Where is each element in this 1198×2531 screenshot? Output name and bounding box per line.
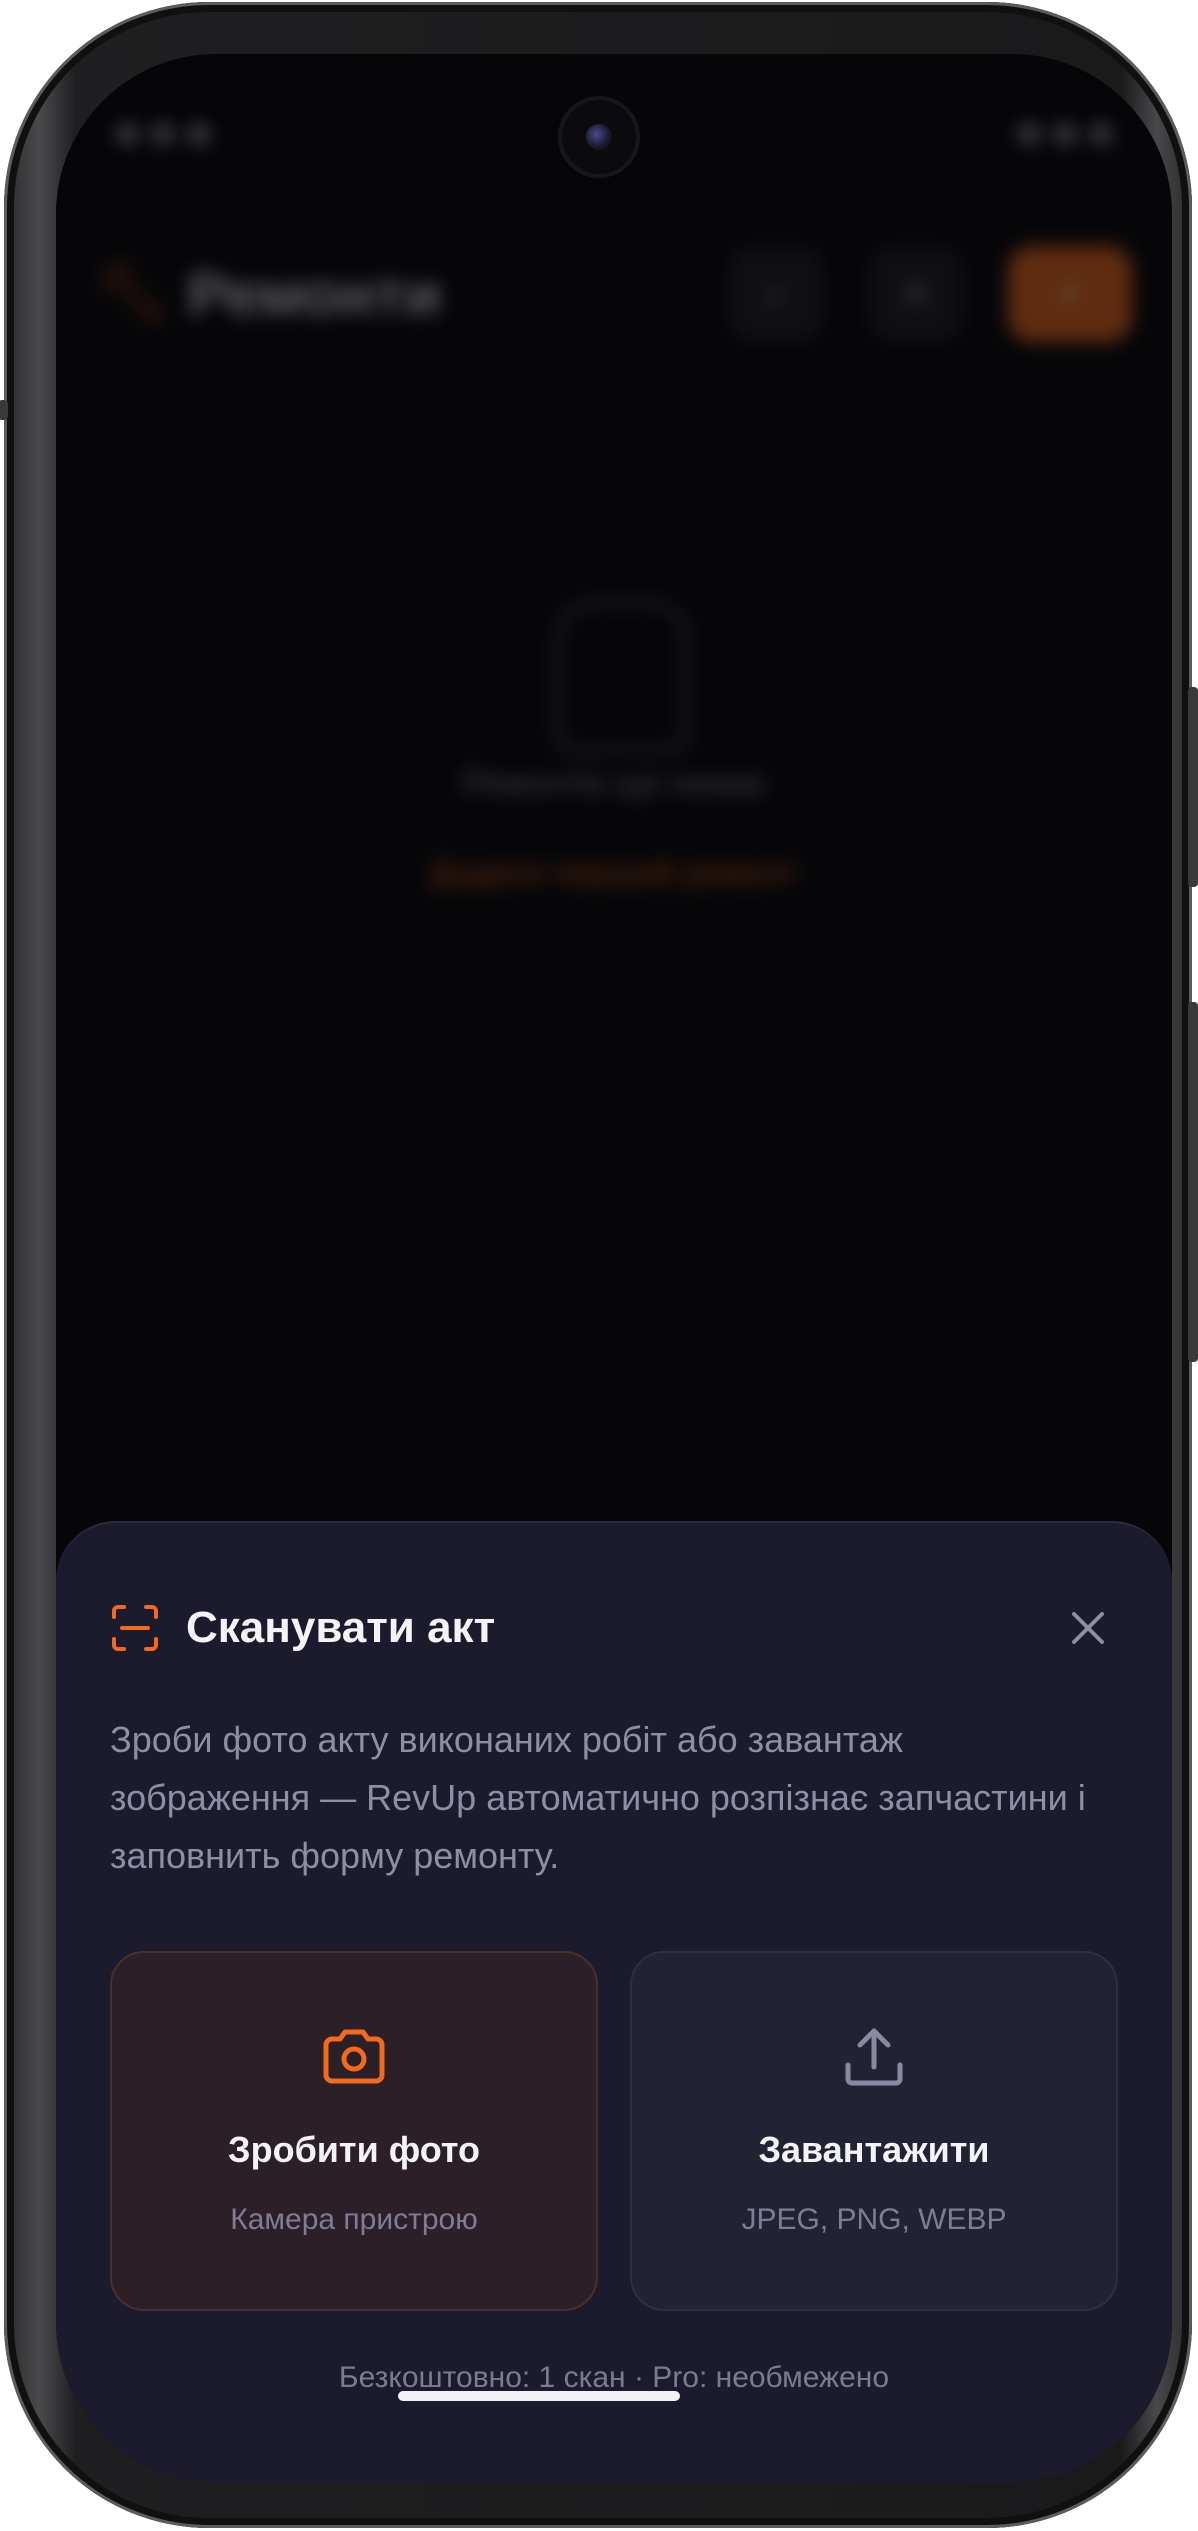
scan-bottom-sheet: Сканувати акт Зроби фото акту виконаних …	[56, 1521, 1172, 2482]
close-icon	[1072, 1612, 1104, 1644]
search-button: ⌕	[728, 246, 824, 342]
camera-icon	[323, 2029, 385, 2084]
notification-icon	[188, 123, 210, 145]
side-button-bottom	[1188, 1002, 1198, 1362]
take-photo-subtitle: Камера пристрою	[230, 2203, 478, 2236]
phone-frame: 🔧︎ Ремонти ⌕ ≡ + Ремонтів ще немає Додат…	[0, 2, 1198, 2528]
close-button[interactable]	[1058, 1598, 1118, 1658]
add-button: +	[1008, 246, 1132, 342]
empty-state-icon	[554, 599, 690, 755]
status-icons-right	[1018, 123, 1112, 145]
app-title: Ремонти	[187, 260, 442, 328]
take-photo-button[interactable]: Зробити фото Камера пристрою	[110, 1951, 598, 2311]
upload-icon	[845, 2028, 903, 2086]
status-icons-left	[116, 123, 210, 145]
front-camera	[562, 100, 636, 174]
empty-state-text: Ремонтів ще немає	[461, 764, 767, 802]
empty-state-link: Додати перший ремонт	[429, 854, 799, 892]
wrench-icon: 🔧︎	[96, 261, 170, 326]
upload-title: Завантажити	[758, 2129, 990, 2170]
signal-icon	[1054, 123, 1076, 145]
sheet-title: Сканувати акт	[186, 1603, 496, 1652]
screen: 🔧︎ Ремонти ⌕ ≡ + Ремонтів ще немає Додат…	[56, 54, 1172, 2482]
take-photo-title: Зробити фото	[228, 2129, 480, 2170]
notification-icon	[152, 123, 174, 145]
home-indicator[interactable]	[398, 2391, 680, 2401]
volume-up-button	[0, 400, 8, 420]
pricing-note: Безкоштовно: 1 скан · Pro: необмежено	[338, 2361, 890, 2394]
sheet-header: Сканувати акт	[110, 1593, 1118, 1663]
sheet-description: Зроби фото акту виконаних робіт або зава…	[110, 1719, 1086, 1876]
upload-subtitle: JPEG, PNG, WEBP	[741, 2203, 1007, 2236]
notification-icon	[116, 123, 138, 145]
filter-button: ≡	[868, 246, 964, 342]
scan-options: Зробити фото Камера пристрою Завантажити…	[110, 1951, 1118, 2311]
app-header: 🔧︎ Ремонти ⌕ ≡ +	[96, 239, 1132, 349]
battery-icon	[1090, 123, 1112, 145]
scan-icon	[112, 1605, 158, 1651]
upload-button[interactable]: Завантажити JPEG, PNG, WEBP	[630, 1951, 1118, 2311]
wifi-icon	[1018, 123, 1040, 145]
side-button-top	[1188, 687, 1198, 887]
